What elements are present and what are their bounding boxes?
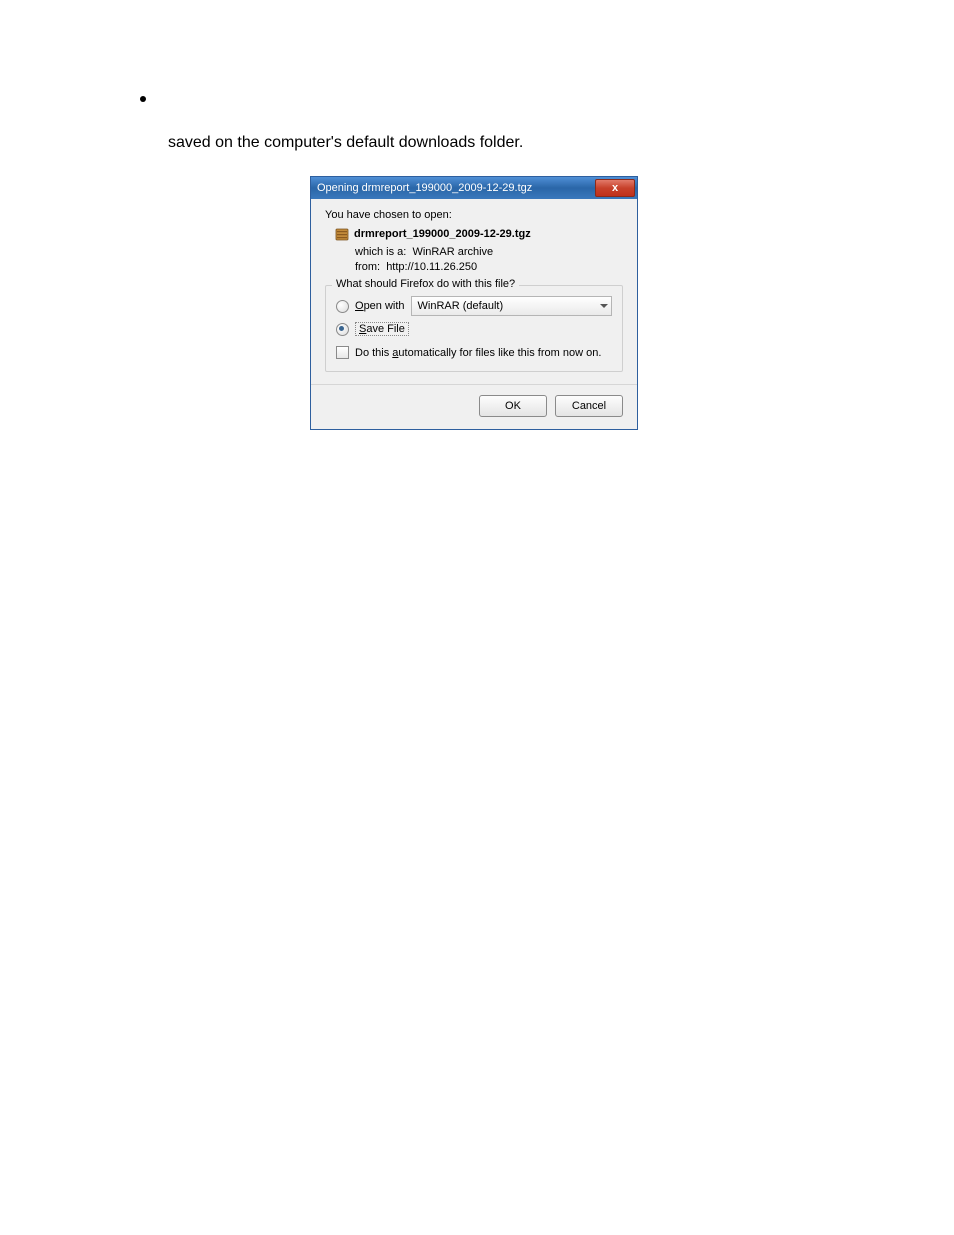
open-with-option[interactable]: Open with WinRAR (default)	[336, 296, 612, 316]
which-is-value: WinRAR archive	[412, 246, 493, 258]
separator	[311, 384, 637, 385]
which-is-prefix: which is a:	[355, 246, 406, 258]
save-file-radio[interactable]	[336, 323, 349, 336]
auto-option[interactable]: Do this automatically for files like thi…	[336, 346, 612, 359]
chevron-down-icon	[600, 304, 608, 308]
from-prefix: from:	[355, 261, 380, 273]
close-icon: x	[612, 177, 618, 199]
open-with-radio[interactable]	[336, 300, 349, 313]
auto-checkbox[interactable]	[336, 346, 349, 359]
close-button[interactable]: x	[595, 179, 635, 197]
bullet-icon	[140, 96, 146, 102]
from-value: http://10.11.26.250	[386, 261, 477, 273]
file-name: drmreport_199000_2009-12-29.tgz	[354, 228, 531, 240]
save-file-label: Save File	[355, 322, 409, 336]
open-with-label: Open with	[355, 300, 405, 312]
bullet-item	[140, 88, 954, 102]
archive-file-icon	[335, 227, 349, 241]
caption-text: saved on the computer's default download…	[168, 132, 954, 154]
dialog-body: You have chosen to open: drmreport_19900…	[311, 199, 637, 429]
file-meta: which is a: WinRAR archive from: http://…	[355, 245, 623, 275]
action-fieldset: What should Firefox do with this file? O…	[325, 285, 623, 372]
file-row: drmreport_199000_2009-12-29.tgz	[335, 227, 623, 241]
open-with-app-combo[interactable]: WinRAR (default)	[411, 296, 612, 316]
download-dialog: Opening drmreport_199000_2009-12-29.tgz …	[310, 176, 638, 430]
fieldset-legend: What should Firefox do with this file?	[332, 278, 519, 290]
cancel-button-label: Cancel	[572, 400, 606, 412]
titlebar[interactable]: Opening drmreport_199000_2009-12-29.tgz …	[311, 177, 637, 199]
auto-label: Do this automatically for files like thi…	[355, 347, 601, 359]
save-file-option[interactable]: Save File	[336, 322, 612, 336]
titlebar-title: Opening drmreport_199000_2009-12-29.tgz	[317, 177, 595, 199]
chosen-to-open-label: You have chosen to open:	[325, 209, 623, 221]
ok-button-label: OK	[505, 400, 521, 412]
button-row: OK Cancel	[325, 395, 623, 417]
open-with-app-value: WinRAR (default)	[418, 300, 504, 312]
cancel-button[interactable]: Cancel	[555, 395, 623, 417]
ok-button[interactable]: OK	[479, 395, 547, 417]
